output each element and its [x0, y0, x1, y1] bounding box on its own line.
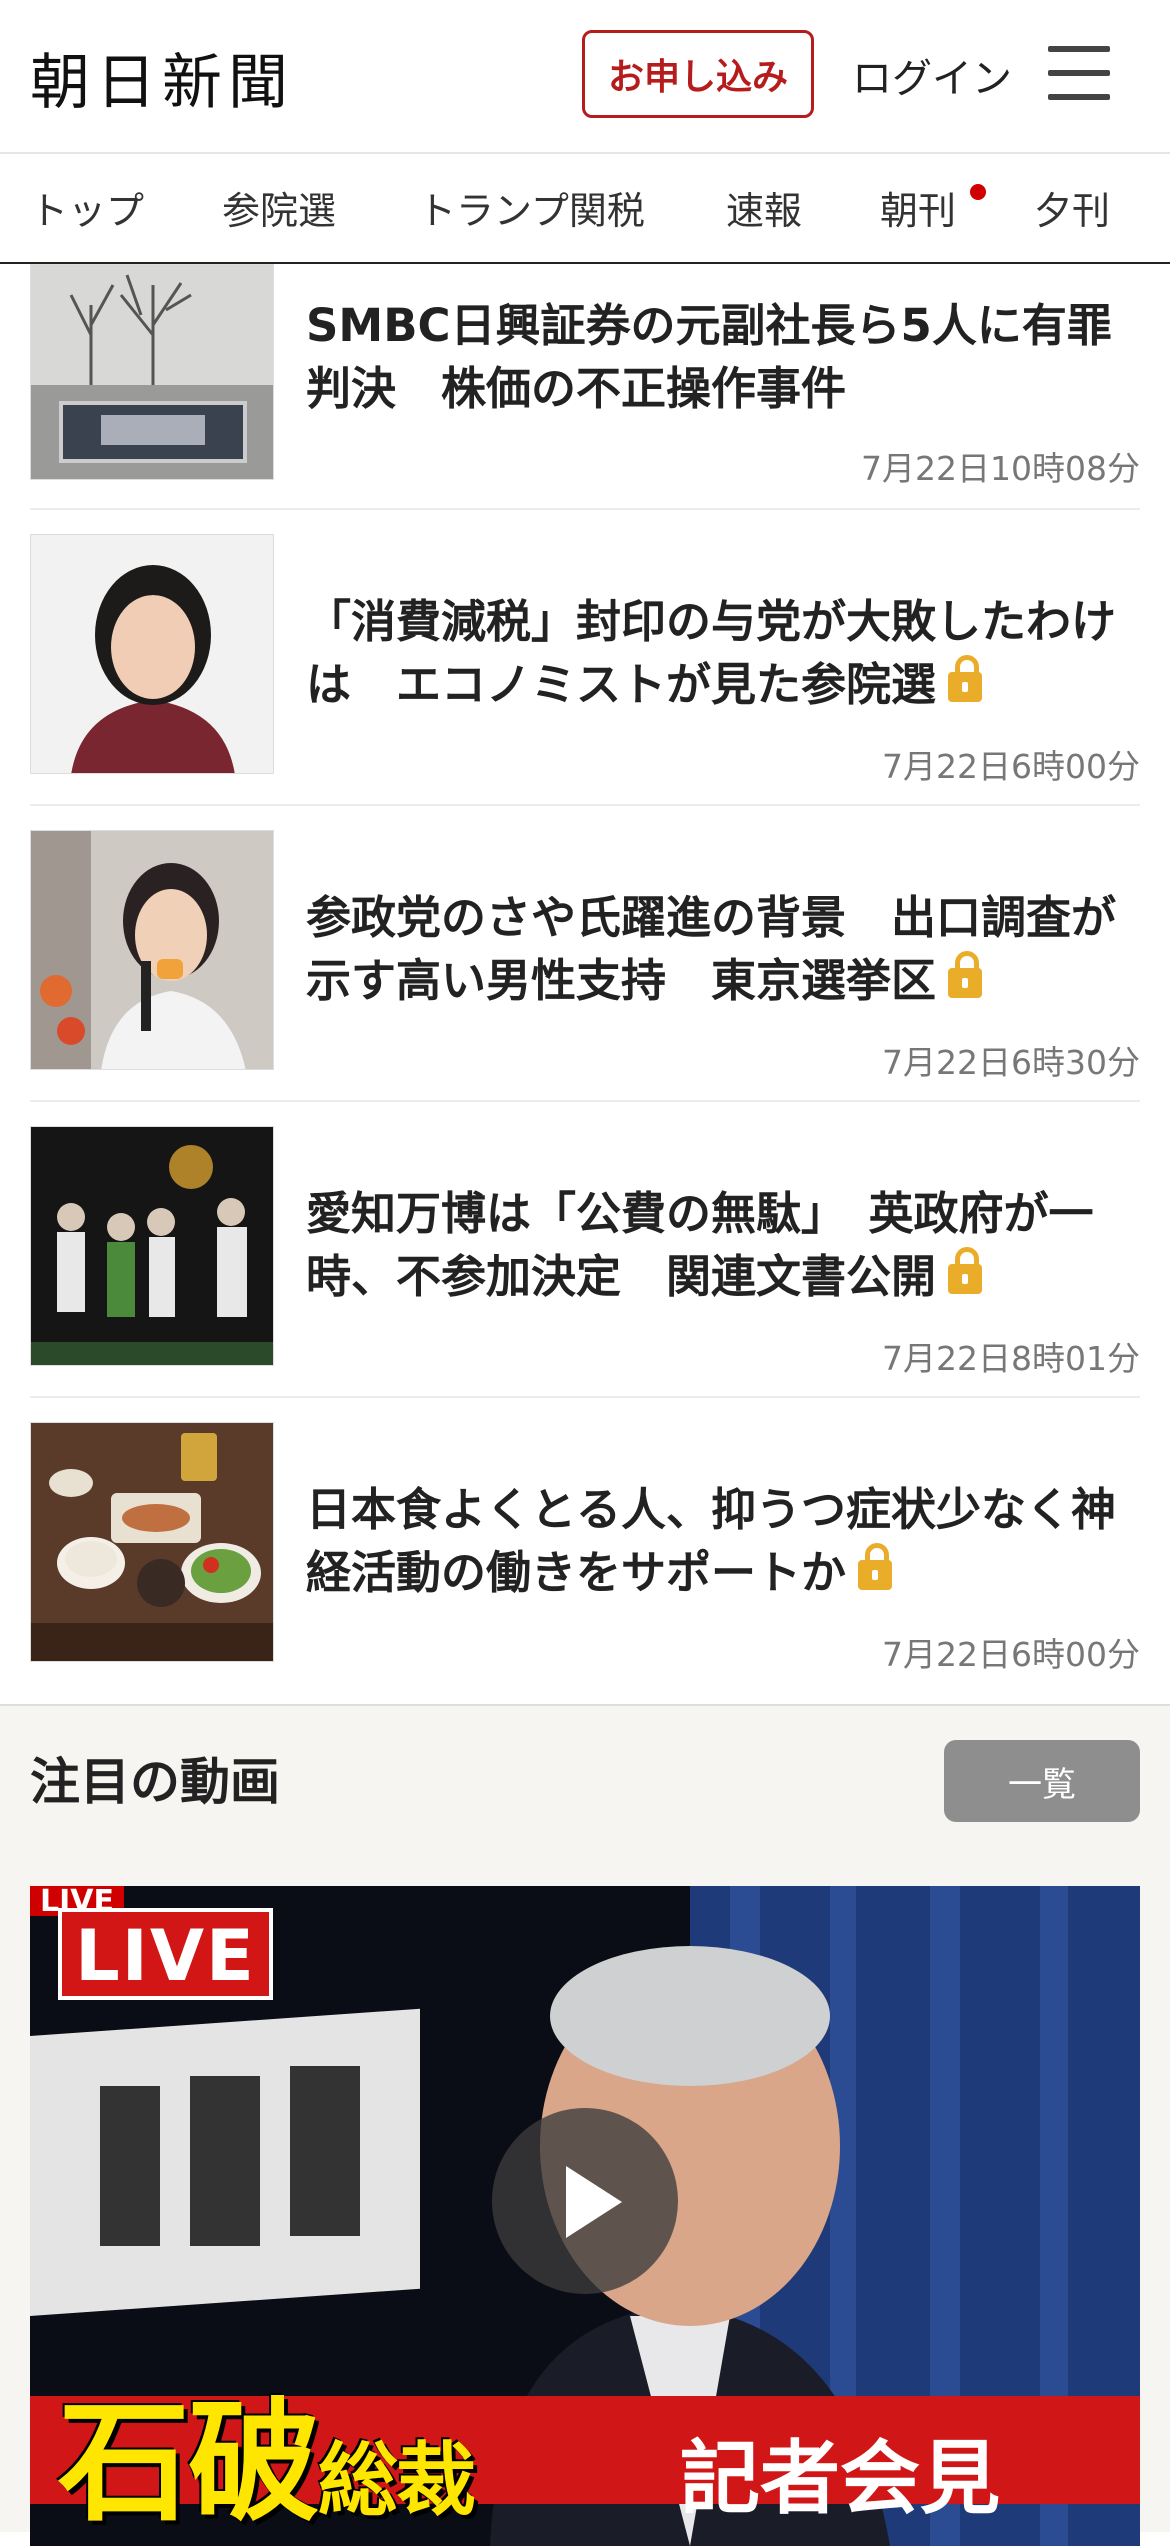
- play-icon[interactable]: [492, 2108, 678, 2294]
- article-title[interactable]: 日本食よくとる人、抑うつ症状少なく神経活動の働きをサポートか: [306, 1478, 1140, 1604]
- article-timestamp: 7月22日6時00分: [882, 1635, 1140, 1674]
- article-title-text[interactable]: 参政党のさや氏躍進の背景 出口調査が示す高い男性支持 東京選挙区: [306, 891, 1116, 1007]
- article-thumbnail: [30, 1126, 274, 1366]
- article-item[interactable]: 日本食よくとる人、抑うつ症状少なく神経活動の働きをサポートか 7月22日6時00…: [30, 1398, 1140, 1704]
- expo-celebration-image: [31, 1127, 273, 1365]
- lock-icon: [948, 655, 983, 702]
- article-title[interactable]: 参政党のさや氏躍進の背景 出口調査が示す高い男性支持 東京選挙区: [306, 886, 1140, 1012]
- article-item[interactable]: SMBC日興証券の元副社長ら5人に有罪判決 株価の不正操作事件 7月22日10時…: [30, 264, 1140, 510]
- court-building-image: [31, 265, 273, 479]
- tab-morning-edition[interactable]: 朝刊: [880, 180, 956, 235]
- japanese-meal-image: [31, 1423, 273, 1661]
- lock-icon: [858, 1543, 893, 1590]
- new-indicator-dot: [970, 184, 986, 200]
- site-logo[interactable]: 朝日新聞: [30, 34, 294, 121]
- article-timestamp: 7月22日6時30分: [882, 1043, 1140, 1082]
- view-all-button[interactable]: 一覧: [944, 1740, 1140, 1822]
- article-thumbnail: [30, 264, 274, 480]
- tab-evening-edition[interactable]: 夕刊: [1034, 180, 1110, 235]
- portrait-woman-image: [31, 535, 273, 773]
- article-item[interactable]: 愛知万博は「公費の無駄」 英政府が一時、不参加決定 関連文書公開 7月22日8時…: [30, 1102, 1140, 1398]
- lock-icon: [948, 951, 983, 998]
- login-link[interactable]: ログイン: [852, 46, 1012, 104]
- live-badge: LIVE: [58, 1908, 273, 2000]
- site-header: 朝日新聞 お申し込み ログイン: [0, 0, 1170, 152]
- featured-videos-section: 注目の動画 一覧 LIVE LIVE 石破総裁 記者会見: [0, 1704, 1170, 2546]
- article-title[interactable]: 愛知万博は「公費の無駄」 英政府が一時、不参加決定 関連文書公開: [306, 1182, 1140, 1308]
- video-caption-title: 石破総裁: [58, 2356, 476, 2546]
- video-player[interactable]: LIVE LIVE 石破総裁 記者会見: [30, 1886, 1140, 2546]
- article-thumbnail: [30, 534, 274, 774]
- article-timestamp: 7月22日8時01分: [882, 1339, 1140, 1378]
- article-timestamp: 7月22日6時00分: [882, 747, 1140, 786]
- tab-breaking-news[interactable]: 速報: [726, 180, 802, 235]
- article-item[interactable]: 参政党のさや氏躍進の背景 出口調査が示す高い男性支持 東京選挙区 7月22日6時…: [30, 806, 1140, 1102]
- caption-name: 石破: [58, 2385, 320, 2540]
- category-nav: トップ 参院選 トランプ関税 速報 朝刊 夕刊: [0, 152, 1170, 264]
- tab-trump-tariffs[interactable]: トランプ関税: [418, 180, 645, 235]
- article-title-text[interactable]: 「消費減税」封印の与党が大敗したわけは エコノミストが見た参院選: [306, 595, 1116, 711]
- article-title[interactable]: SMBC日興証券の元副社長ら5人に有罪判決 株価の不正操作事件: [306, 294, 1140, 420]
- article-thumbnail: [30, 830, 274, 1070]
- candidate-speaking-image: [31, 831, 273, 1069]
- tab-top[interactable]: トップ: [30, 180, 144, 235]
- caption-role: 総裁: [318, 2433, 476, 2527]
- article-timestamp: 7月22日10時08分: [861, 449, 1140, 488]
- section-heading: 注目の動画: [30, 1753, 280, 1811]
- article-title[interactable]: 「消費減税」封印の与党が大敗したわけは エコノミストが見た参院選: [306, 590, 1140, 716]
- apply-button[interactable]: お申し込み: [582, 30, 814, 118]
- video-caption-subtitle: 記者会見: [680, 2432, 1000, 2525]
- article-item[interactable]: 「消費減税」封印の与党が大敗したわけは エコノミストが見た参院選 7月22日6時…: [30, 510, 1140, 806]
- hamburger-menu-icon[interactable]: [1048, 46, 1110, 100]
- article-thumbnail: [30, 1422, 274, 1662]
- tab-upper-house-election[interactable]: 参院選: [222, 180, 336, 235]
- lock-icon: [948, 1247, 983, 1294]
- article-title-text[interactable]: 日本食よくとる人、抑うつ症状少なく神経活動の働きをサポートか: [306, 1483, 1116, 1599]
